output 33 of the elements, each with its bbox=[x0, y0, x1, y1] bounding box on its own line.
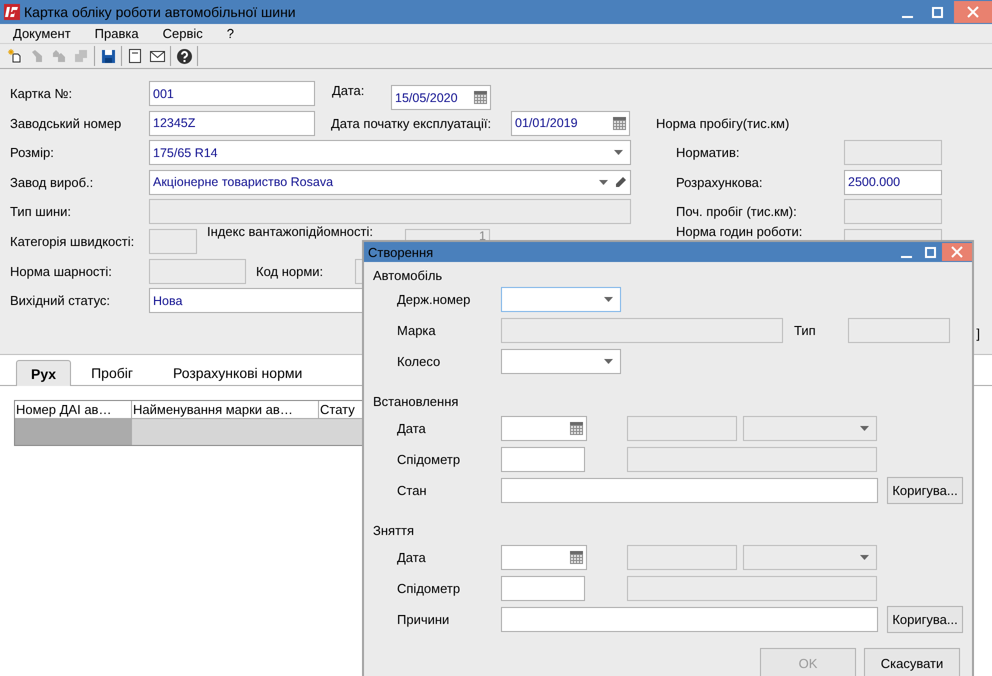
field-label: Заводський номер bbox=[10, 116, 122, 131]
field-label: Дата bbox=[397, 550, 427, 564]
field-label: Розрахункова: bbox=[676, 174, 764, 190]
section-title: Зняття bbox=[373, 523, 416, 539]
dialog-title: Створення bbox=[368, 244, 434, 260]
field-label: Розмір: bbox=[10, 145, 55, 160]
field-label: Тип шини: bbox=[10, 204, 72, 220]
section-title: Встановлення bbox=[373, 394, 460, 410]
field-label: Норма годин роботи: bbox=[676, 226, 804, 238]
bracket-text: ] bbox=[976, 326, 980, 344]
field-label: Дата: bbox=[332, 83, 366, 98]
window-title: Картка обліку роботи автомобільної шини bbox=[24, 4, 297, 20]
field-label: Дата bbox=[397, 420, 427, 436]
section-title: Норма пробігу(тис.км) bbox=[656, 116, 790, 131]
field-label: Причини bbox=[397, 612, 450, 626]
field-label: Колесо bbox=[397, 354, 442, 368]
field-label: Марка bbox=[397, 322, 437, 338]
field-label: Стан bbox=[397, 482, 428, 498]
field-label: Норматив: bbox=[676, 145, 740, 160]
field-label: Держ.номер bbox=[397, 292, 472, 306]
field-label: Спідометр bbox=[397, 452, 462, 466]
field-label: Індекс вантажопідйомності: bbox=[207, 226, 374, 238]
field-label: Категорія швидкості: bbox=[10, 234, 136, 249]
section-title: Автомобіль bbox=[373, 268, 444, 284]
field-label: Спідометр bbox=[397, 580, 462, 596]
field-label: Тип bbox=[793, 322, 817, 338]
field-label: Вихідний статус: bbox=[10, 293, 112, 308]
field-label: Завод вироб.: bbox=[10, 174, 94, 190]
field-label: Код норми: bbox=[256, 264, 324, 279]
field-label: Дата початку експлуатації: bbox=[331, 116, 492, 131]
field-label: Норма шарності: bbox=[10, 264, 113, 279]
field-label: Картка №: bbox=[10, 86, 74, 101]
field-label: Поч. пробіг (тис.км): bbox=[676, 204, 798, 220]
